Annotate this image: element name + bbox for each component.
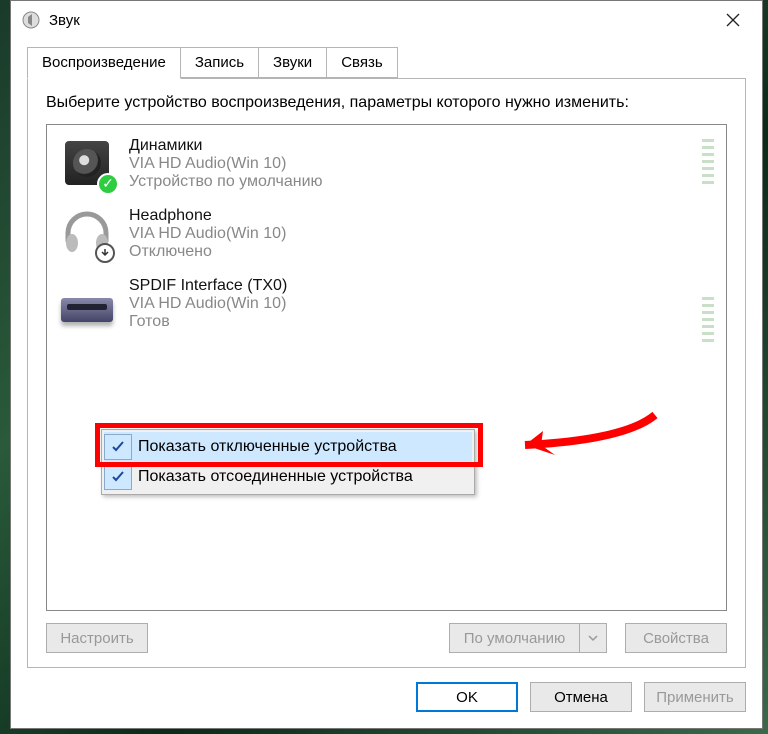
- check-icon: [104, 464, 132, 490]
- menu-show-disabled[interactable]: Показать отключенные устройства: [104, 432, 472, 462]
- check-icon: [104, 434, 132, 460]
- set-default-button[interactable]: По умолчанию: [449, 623, 579, 653]
- close-button[interactable]: [708, 1, 758, 39]
- titlebar: Звук: [11, 1, 762, 39]
- context-menu: Показать отключенные устройства Показать…: [101, 429, 475, 495]
- level-meter: [702, 297, 714, 346]
- tab-recording[interactable]: Запись: [180, 47, 259, 78]
- spdif-icon: [59, 275, 115, 331]
- dialog-button-row: OK Отмена Применить: [11, 668, 762, 728]
- panel-button-row: Настроить По умолчанию Свойства: [46, 611, 727, 653]
- device-status: Устройство по умолчанию: [129, 173, 323, 191]
- device-headphone[interactable]: Headphone VIA HD Audio(Win 10) Отключено: [51, 201, 722, 271]
- device-driver: VIA HD Audio(Win 10): [129, 225, 286, 243]
- tab-panel-playback: Выберите устройство воспроизведения, пар…: [27, 78, 746, 668]
- level-meter: [702, 139, 714, 188]
- device-status: Отключено: [129, 243, 286, 261]
- device-driver: VIA HD Audio(Win 10): [129, 155, 323, 173]
- device-list[interactable]: ✓ Динамики VIA HD Audio(Win 10) Устройст…: [46, 124, 727, 611]
- device-name: Headphone: [129, 207, 286, 225]
- download-badge-icon: [95, 243, 115, 263]
- device-name: SPDIF Interface (TX0): [129, 277, 287, 295]
- chevron-down-icon[interactable]: [579, 623, 607, 653]
- instruction-text: Выберите устройство воспроизведения, пар…: [46, 93, 727, 114]
- device-speakers[interactable]: ✓ Динамики VIA HD Audio(Win 10) Устройст…: [51, 131, 722, 201]
- configure-button[interactable]: Настроить: [46, 623, 148, 653]
- sound-icon: [21, 10, 41, 30]
- ok-button[interactable]: OK: [416, 682, 518, 712]
- device-spdif[interactable]: SPDIF Interface (TX0) VIA HD Audio(Win 1…: [51, 271, 722, 341]
- cancel-button[interactable]: Отмена: [530, 682, 632, 712]
- headphone-icon: [59, 205, 115, 261]
- set-default-split-button[interactable]: По умолчанию: [449, 623, 607, 653]
- sound-dialog: Звук Воспроизведение Запись Звуки Связь …: [10, 0, 763, 729]
- apply-button[interactable]: Применить: [644, 682, 746, 712]
- tab-communications[interactable]: Связь: [326, 47, 397, 78]
- speaker-icon: ✓: [59, 135, 115, 191]
- device-driver: VIA HD Audio(Win 10): [129, 295, 287, 313]
- menu-show-disconnected[interactable]: Показать отсоединенные устройства: [104, 462, 472, 492]
- default-badge-icon: ✓: [97, 173, 119, 195]
- menu-label: Показать отключенные устройства: [138, 438, 397, 456]
- tab-playback[interactable]: Воспроизведение: [27, 47, 181, 79]
- window-title: Звук: [49, 12, 80, 29]
- properties-button[interactable]: Свойства: [625, 623, 727, 653]
- tab-sounds[interactable]: Звуки: [258, 47, 327, 78]
- tab-strip: Воспроизведение Запись Звуки Связь: [27, 47, 746, 78]
- annotation-arrow-icon: [495, 405, 665, 465]
- device-status: Готов: [129, 313, 287, 331]
- menu-label: Показать отсоединенные устройства: [138, 468, 413, 486]
- device-name: Динамики: [129, 137, 323, 155]
